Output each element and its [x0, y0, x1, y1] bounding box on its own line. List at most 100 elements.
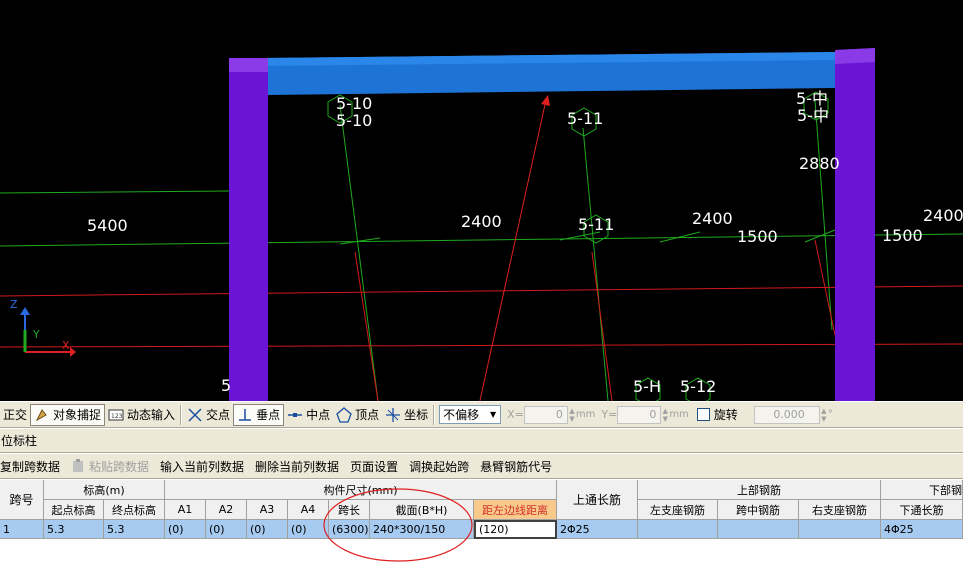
span-label-2400: 2400: [923, 206, 963, 225]
y-unit-label: mm: [669, 409, 689, 420]
dynamic-input-toggle[interactable]: 123 动态输入: [105, 404, 178, 426]
toolbar-divider: [180, 404, 183, 425]
dynamic-input-icon: 123: [108, 409, 124, 420]
perpendicular-icon: [239, 408, 252, 421]
coordinate-icon: [386, 407, 401, 422]
toolbar-divider: [433, 404, 436, 425]
axis-label-5-12: 5-12: [680, 377, 717, 396]
paste-span-button[interactable]: 粘贴跨数据: [71, 458, 149, 475]
axis-label-5-h: 5-H: [633, 377, 661, 396]
x-unit-label: mm: [575, 409, 596, 420]
x-spinner-icon[interactable]: ▲ ▼: [568, 407, 576, 423]
rotate-label: 旋转: [713, 408, 738, 422]
span-label-5400: 5400: [87, 216, 128, 235]
header-left-support: 左支座钢筋: [638, 500, 718, 520]
header-end-elev: 终点标高: [104, 500, 165, 520]
cell-section[interactable]: 240*300/150: [370, 520, 474, 539]
header-a3: A3: [247, 500, 288, 520]
object-snap-label: 对象捕捉: [53, 408, 102, 422]
svg-text:123: 123: [111, 413, 123, 420]
panel-title: 位标柱: [0, 429, 963, 453]
cell-a4[interactable]: (0): [288, 520, 329, 539]
page-setup-button[interactable]: 页面设置: [350, 458, 398, 475]
midpoint-icon: [288, 412, 303, 417]
cantilever-code-button[interactable]: 悬臂钢筋代号: [480, 458, 552, 475]
cell-a1[interactable]: (0): [165, 520, 206, 539]
delete-column-button[interactable]: 删除当前列数据: [255, 458, 339, 475]
paste-span-label: 粘贴跨数据: [89, 459, 150, 474]
dimension-label-2880: 2880: [799, 154, 840, 173]
axis-label-5-10: 5-10: [336, 94, 373, 113]
cell-top-through[interactable]: 2Φ25: [557, 520, 638, 539]
rotate-angle-input[interactable]: 0.000: [753, 405, 820, 424]
span-label-1500: 1500: [882, 226, 923, 245]
axis-label-5-zhong: 5-中: [796, 89, 828, 108]
snap-toolbar: 正交 对象捕捉 123 动态输入 交点 垂点 中点 顶点 坐标 不偏移 ▼ X=…: [0, 401, 963, 428]
offset-mode-value: 不偏移: [443, 408, 480, 422]
intersection-snap[interactable]: 交点: [184, 404, 233, 426]
header-start-elev: 起点标高: [44, 500, 104, 520]
y-coordinate-input[interactable]: 0: [617, 405, 662, 424]
cell-right-support[interactable]: [799, 520, 881, 539]
header-span-length: 跨长: [329, 500, 370, 520]
coordinate-label: 坐标: [404, 408, 429, 422]
x-coordinate-input[interactable]: 0: [523, 405, 568, 424]
degree-unit-label: °: [827, 409, 833, 420]
vertex-label: 顶点: [355, 408, 380, 422]
coordinate-snap[interactable]: 坐标: [382, 404, 431, 426]
axis-label-5-11: 5-11: [578, 215, 615, 234]
axis-label-partial: 5: [221, 376, 232, 395]
beam-span-table: 跨号 标高(m) 构件尺寸(mm) 上通长筋 上部钢筋 下部钢 起点标高 终点标…: [0, 480, 963, 563]
header-a4: A4: [288, 500, 329, 520]
cell-bottom-through[interactable]: 4Φ25: [881, 520, 963, 539]
cell-span-length[interactable]: (6300): [329, 520, 370, 539]
snap-icon: [35, 408, 47, 421]
table-action-toolbar: 复制跨数据 粘贴跨数据 输入当前列数据 删除当前列数据 页面设置 调换起始跨 悬…: [0, 454, 963, 479]
span-label-1500: 1500: [737, 227, 778, 246]
offset-mode-dropdown[interactable]: 不偏移 ▼: [439, 405, 502, 424]
cell-a2[interactable]: (0): [206, 520, 247, 539]
span-label-2400: 2400: [692, 209, 733, 228]
cell-start-elev[interactable]: 5.3: [44, 520, 104, 539]
viewport-canvas: [0, 48, 963, 401]
span-label-2400: 2400: [461, 212, 502, 231]
rotate-checkbox[interactable]: [696, 408, 710, 421]
intersection-icon: [188, 407, 202, 422]
perpendicular-snap[interactable]: 垂点: [233, 403, 285, 426]
header-bottom-through: 下通长筋: [881, 500, 963, 520]
ortho-label: 正交: [3, 408, 28, 422]
header-member-size: 构件尺寸(mm): [165, 480, 557, 500]
object-snap-toggle[interactable]: 对象捕捉: [30, 403, 106, 426]
input-column-button[interactable]: 输入当前列数据: [160, 458, 244, 475]
cell-end-elev[interactable]: 5.3: [104, 520, 165, 539]
vertex-snap[interactable]: 顶点: [333, 404, 382, 426]
paste-icon: [73, 459, 84, 472]
axis-label-5-zhong: 5-中: [797, 106, 829, 125]
midpoint-snap[interactable]: 中点: [284, 404, 333, 426]
cell-left-support[interactable]: [638, 520, 718, 539]
header-mid-span: 跨中钢筋: [718, 500, 799, 520]
header-a1: A1: [165, 500, 206, 520]
dynamic-input-label: 动态输入: [127, 408, 176, 422]
chevron-down-icon: ▼: [490, 410, 497, 419]
y-coordinate-label: Y=: [601, 408, 618, 421]
axis-label-5-11: 5-11: [567, 109, 604, 128]
cell-mid-span[interactable]: [718, 520, 799, 539]
cell-span-no[interactable]: 1: [0, 520, 44, 539]
header-elevation: 标高(m): [44, 480, 165, 500]
header-a2: A2: [206, 500, 247, 520]
perpendicular-label: 垂点: [256, 408, 281, 422]
header-top-rebar: 上部钢筋: [638, 480, 881, 500]
vertex-icon: [336, 406, 352, 423]
cell-left-edge-distance[interactable]: (120): [474, 520, 557, 539]
drawing-viewport[interactable]: 5400 2400 2400 2400 1500 1500 2880 5-10 …: [0, 0, 963, 401]
x-coordinate-label: X=: [507, 408, 524, 421]
copy-span-button[interactable]: 复制跨数据: [0, 458, 60, 475]
y-spinner-icon[interactable]: ▲ ▼: [661, 407, 669, 423]
ortho-toggle[interactable]: 正交: [0, 404, 30, 426]
rotate-spinner-icon[interactable]: ▲ ▼: [820, 407, 828, 423]
header-right-support: 右支座钢筋: [799, 500, 881, 520]
cell-a3[interactable]: (0): [247, 520, 288, 539]
header-section: 截面(B*H): [370, 500, 474, 520]
swap-start-span-button[interactable]: 调换起始跨: [409, 458, 469, 475]
